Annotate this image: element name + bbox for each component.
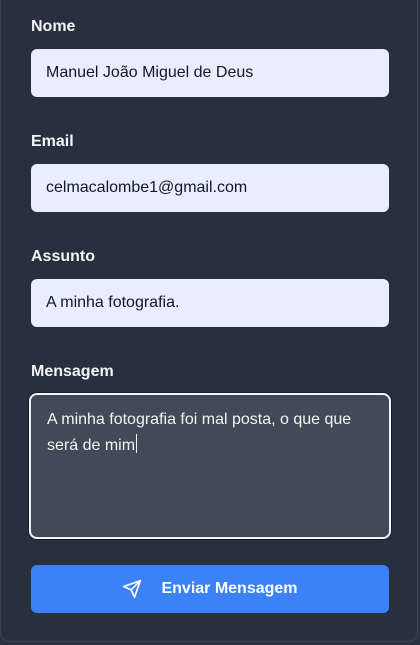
name-label: Nome bbox=[31, 18, 76, 35]
message-textarea[interactable]: A minha fotografia foi mal posta, o que … bbox=[29, 393, 391, 539]
send-message-label: Enviar Mensagem bbox=[161, 580, 298, 597]
send-icon bbox=[122, 579, 142, 599]
subject-field[interactable]: A minha fotografia. bbox=[31, 279, 389, 327]
email-label: Email bbox=[31, 133, 74, 150]
send-message-button[interactable]: Enviar Mensagem bbox=[31, 565, 389, 613]
subject-label: Assunto bbox=[31, 248, 95, 265]
message-text: A minha fotografia foi mal posta, o que … bbox=[47, 411, 352, 454]
email-field[interactable]: celmacalombe1@gmail.com bbox=[31, 164, 389, 212]
text-caret bbox=[136, 434, 138, 453]
name-field[interactable]: Manuel João Miguel de Deus bbox=[31, 49, 389, 97]
message-label: Mensagem bbox=[31, 363, 114, 380]
